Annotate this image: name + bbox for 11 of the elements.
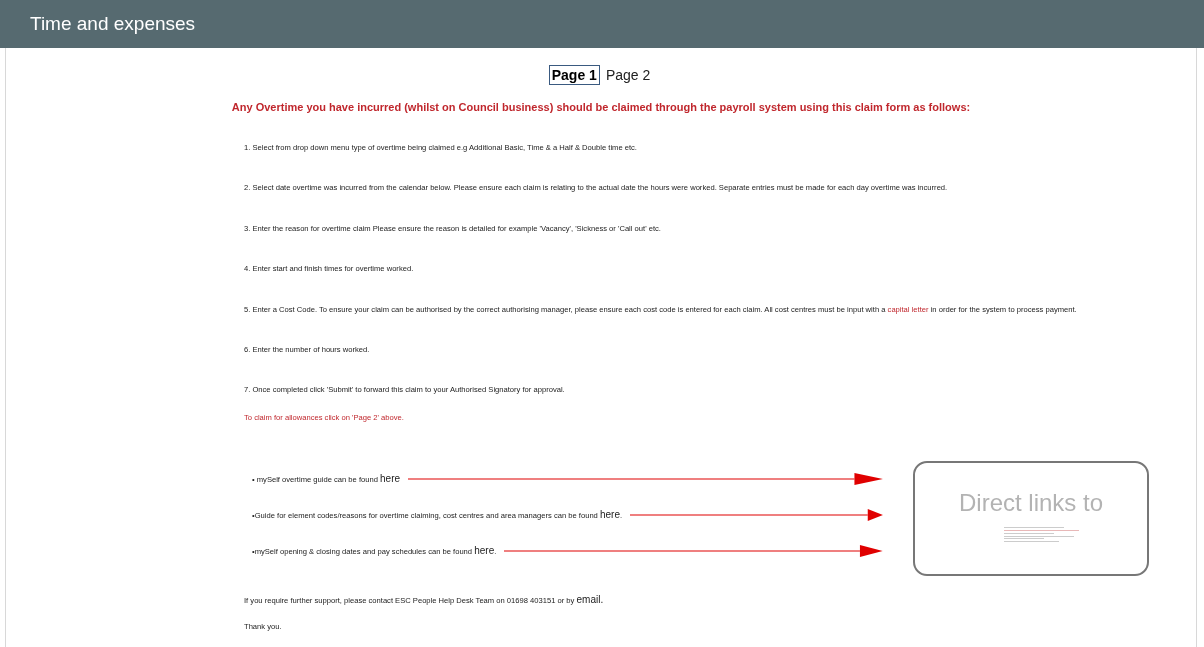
page-tab[interactable]: Page 2 [602,65,654,85]
arrow-icon [504,544,883,557]
page-title: Time and expenses [30,11,196,36]
callout-title: Direct links to [958,488,1103,519]
overtime-notice: Any Overtime you have incurred (whilst on Council business) should be claimed through the payroll system using this claim form as follows: [231,101,971,113]
here-link[interactable]: here [380,473,401,485]
arrow-icon [408,472,883,485]
email-link[interactable]: email. [576,594,604,606]
page-tab[interactable]: Page 1 [548,65,600,85]
here-link[interactable]: here [599,509,620,521]
arrow-icon [630,508,883,521]
